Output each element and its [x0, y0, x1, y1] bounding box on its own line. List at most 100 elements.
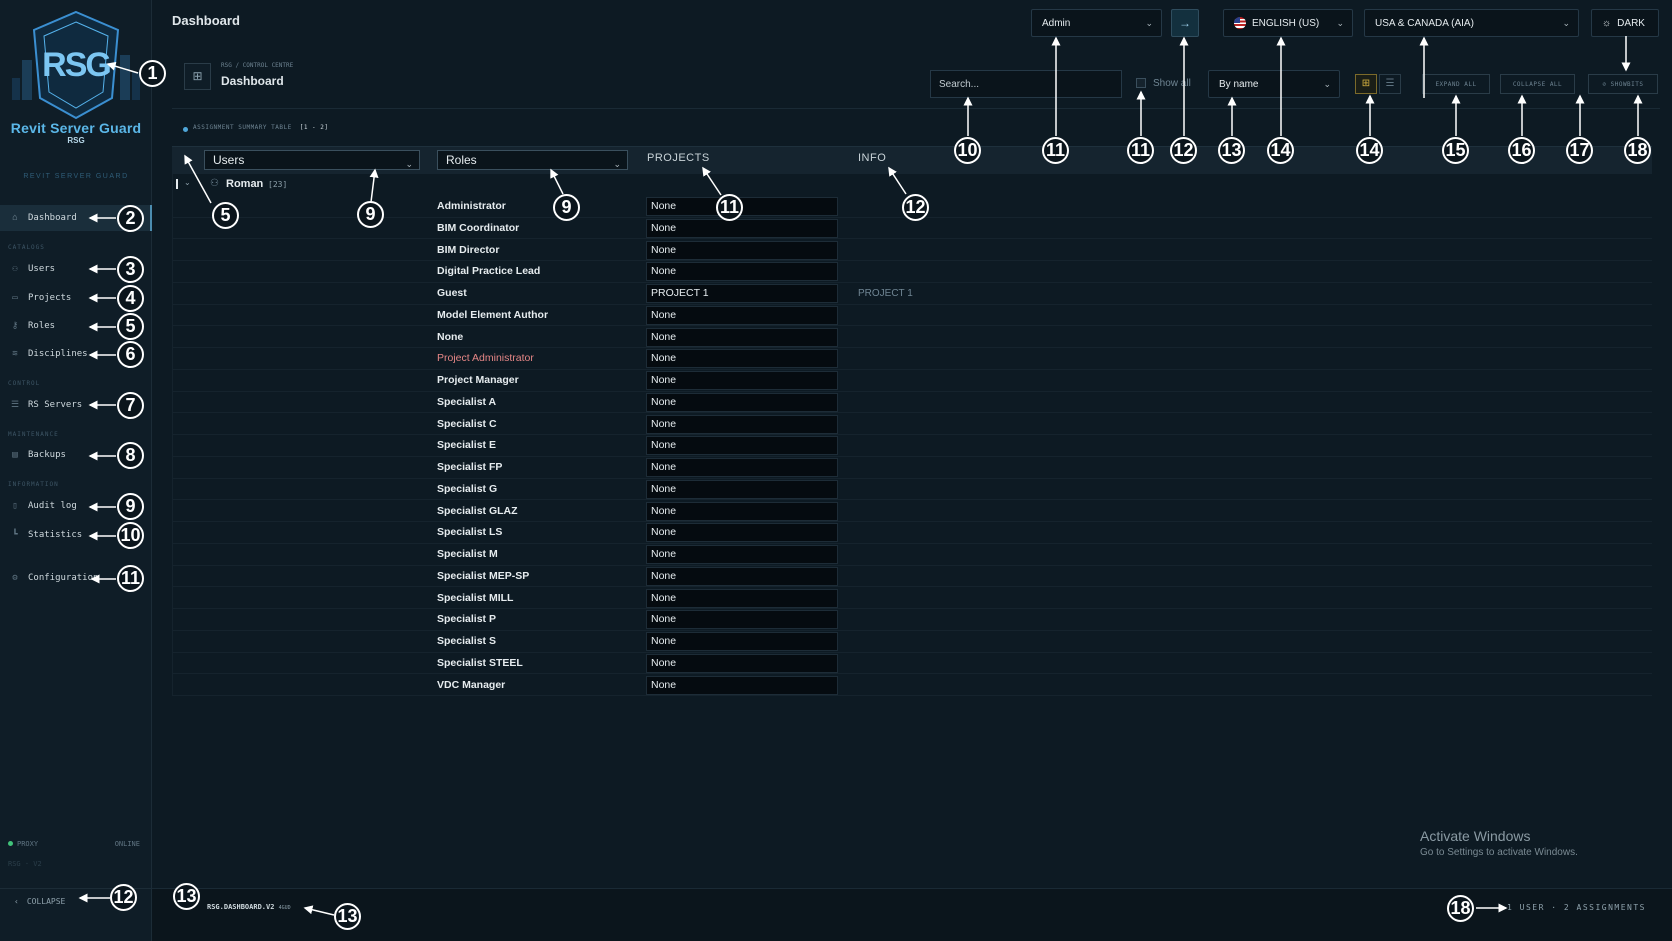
table-row[interactable]: Specialist MEP-SP None [172, 566, 1652, 588]
table-row[interactable]: Specialist FP None [172, 457, 1652, 479]
showbits-button[interactable]: ⊘ SHOWBITS [1588, 74, 1658, 94]
callout-badge: 13 [334, 903, 361, 930]
table-row[interactable]: Guest PROJECT 1 PROJECT 1 [172, 283, 1652, 305]
footer-version-name: RSG.DASHBOARD.V2 [207, 903, 275, 911]
layers-icon: ≋ [12, 349, 18, 359]
project-field[interactable]: None [646, 675, 838, 695]
role-name: Specialist G [437, 482, 498, 495]
project-field[interactable]: PROJECT 1 [646, 284, 838, 303]
users-icon: ⚇ [12, 264, 18, 274]
sidebar-item-label: Audit log [28, 501, 77, 511]
table-row[interactable]: Specialist MILL None [172, 588, 1652, 610]
project-field[interactable]: None [646, 414, 838, 434]
expand-all-button[interactable]: EXPAND ALL [1422, 74, 1490, 94]
callout-badge: 1 [139, 60, 166, 87]
project-field[interactable]: None [646, 610, 838, 630]
table-row[interactable]: BIM Coordinator None [172, 218, 1652, 240]
project-field[interactable]: None [646, 523, 838, 543]
go-button[interactable]: → [1171, 9, 1199, 37]
sidebar: RSG Revit Server Guard RSG REVIT SERVER … [0, 0, 152, 941]
sort-select[interactable]: By name ⌄ [1208, 70, 1340, 98]
table-row[interactable]: Project Manager None [172, 370, 1652, 392]
info-column-header: INFO [858, 152, 887, 164]
project-field[interactable]: None [646, 262, 838, 282]
list-view-button[interactable]: ☰ [1379, 74, 1401, 94]
callout-badge: 7 [117, 392, 144, 419]
users-column-select[interactable]: Users ⌄ [204, 150, 420, 170]
roles-column-select[interactable]: Roles ⌄ [437, 150, 628, 170]
gear-icon: ⚙ [12, 573, 18, 583]
proxy-status: PROXY ONLINE [8, 840, 140, 848]
project-field[interactable]: None [646, 240, 838, 260]
table-status-dot [183, 127, 188, 132]
sort-value: By name [1219, 78, 1259, 90]
watermark-line-1: Activate Windows [1420, 828, 1531, 844]
table-row[interactable]: Specialist LS None [172, 522, 1652, 544]
table-row[interactable]: Specialist P None [172, 609, 1652, 631]
project-field[interactable]: None [646, 501, 838, 521]
show-all-checkbox[interactable] [1136, 78, 1146, 88]
table-row[interactable]: Specialist GLAZ None [172, 501, 1652, 523]
chevron-left-icon: ‹ [14, 897, 19, 906]
project-field[interactable]: None [646, 436, 838, 456]
table-row[interactable]: Specialist E None [172, 435, 1652, 457]
sidebar-version: RSG · V2 [8, 860, 42, 868]
project-field[interactable]: None [646, 371, 838, 390]
project-field[interactable]: None [646, 458, 838, 477]
project-field[interactable]: None [646, 479, 838, 499]
sidebar-item-label: Projects [28, 293, 72, 303]
project-field[interactable]: None [646, 632, 838, 651]
region-select[interactable]: USA & CANADA (AIA) ⌄ [1364, 9, 1579, 37]
project-field[interactable]: None [646, 566, 838, 586]
home-icon: ⌂ [12, 213, 18, 223]
theme-button[interactable]: ☼ DARK [1591, 9, 1659, 37]
table-row[interactable]: Specialist C None [172, 414, 1652, 436]
project-field[interactable]: None [646, 653, 838, 673]
role-name: Specialist FP [437, 461, 503, 473]
table-row[interactable]: Project Administrator None [172, 348, 1652, 370]
table-row[interactable]: Specialist A None [172, 392, 1652, 414]
breadcrumb: RSG / CONTROL CENTRE [221, 62, 294, 69]
role-name: Digital Practice Lead [437, 265, 541, 278]
table-row[interactable]: VDC Manager None [172, 675, 1652, 697]
project-field[interactable]: None [646, 218, 838, 238]
table-row[interactable]: None None [172, 327, 1652, 349]
callout-badge: 18 [1624, 137, 1651, 164]
project-field[interactable]: None [646, 349, 838, 369]
arrow-right-icon: → [1179, 16, 1191, 30]
role-name: VDC Manager [437, 678, 506, 691]
table-row[interactable]: Specialist M None [172, 544, 1652, 566]
brand-caption: REVIT SERVER GUARD [23, 173, 129, 180]
callout-badge: 9 [117, 493, 144, 520]
section-maintenance: MAINTENANCE [8, 431, 59, 438]
callout-badge: 15 [1442, 137, 1469, 164]
table-row[interactable]: Digital Practice Lead None [172, 261, 1652, 283]
search-input[interactable] [930, 70, 1122, 98]
project-field[interactable]: None [646, 305, 838, 325]
sidebar-item-label: Roles [28, 321, 56, 331]
roles-column-label: Roles [446, 153, 477, 167]
sidebar-item-label: Disciplines [28, 349, 88, 359]
table-row[interactable]: Specialist G None [172, 479, 1652, 501]
users-column-label: Users [213, 153, 245, 167]
link-icon: ⊘ [1602, 80, 1607, 88]
table-row[interactable]: Model Element Author None [172, 305, 1652, 327]
collapse-all-button[interactable]: COLLAPSE ALL [1500, 74, 1575, 94]
project-field[interactable]: None [646, 588, 838, 608]
folder-icon: ▭ [12, 293, 18, 303]
grid-view-button[interactable]: ⊞ [1355, 74, 1377, 94]
sidebar-item-label: Dashboard [28, 213, 77, 223]
table-row[interactable]: Specialist S None [172, 631, 1652, 653]
callout-badge: 5 [212, 202, 239, 229]
role-name: Specialist C [437, 417, 497, 430]
project-field[interactable]: None [646, 392, 838, 412]
project-field[interactable]: None [646, 327, 838, 347]
callout-badge: 18 [1447, 895, 1474, 922]
language-select[interactable]: ENGLISH (US) ⌄ [1223, 9, 1353, 37]
callout-badge: 5 [117, 313, 144, 340]
project-field[interactable]: None [646, 545, 838, 564]
table-row[interactable]: Specialist STEEL None [172, 653, 1652, 675]
table-row[interactable]: BIM Director None [172, 240, 1652, 262]
sidebar-item-label: Statistics [28, 530, 83, 540]
user-select[interactable]: Admin ⌄ [1031, 9, 1162, 37]
